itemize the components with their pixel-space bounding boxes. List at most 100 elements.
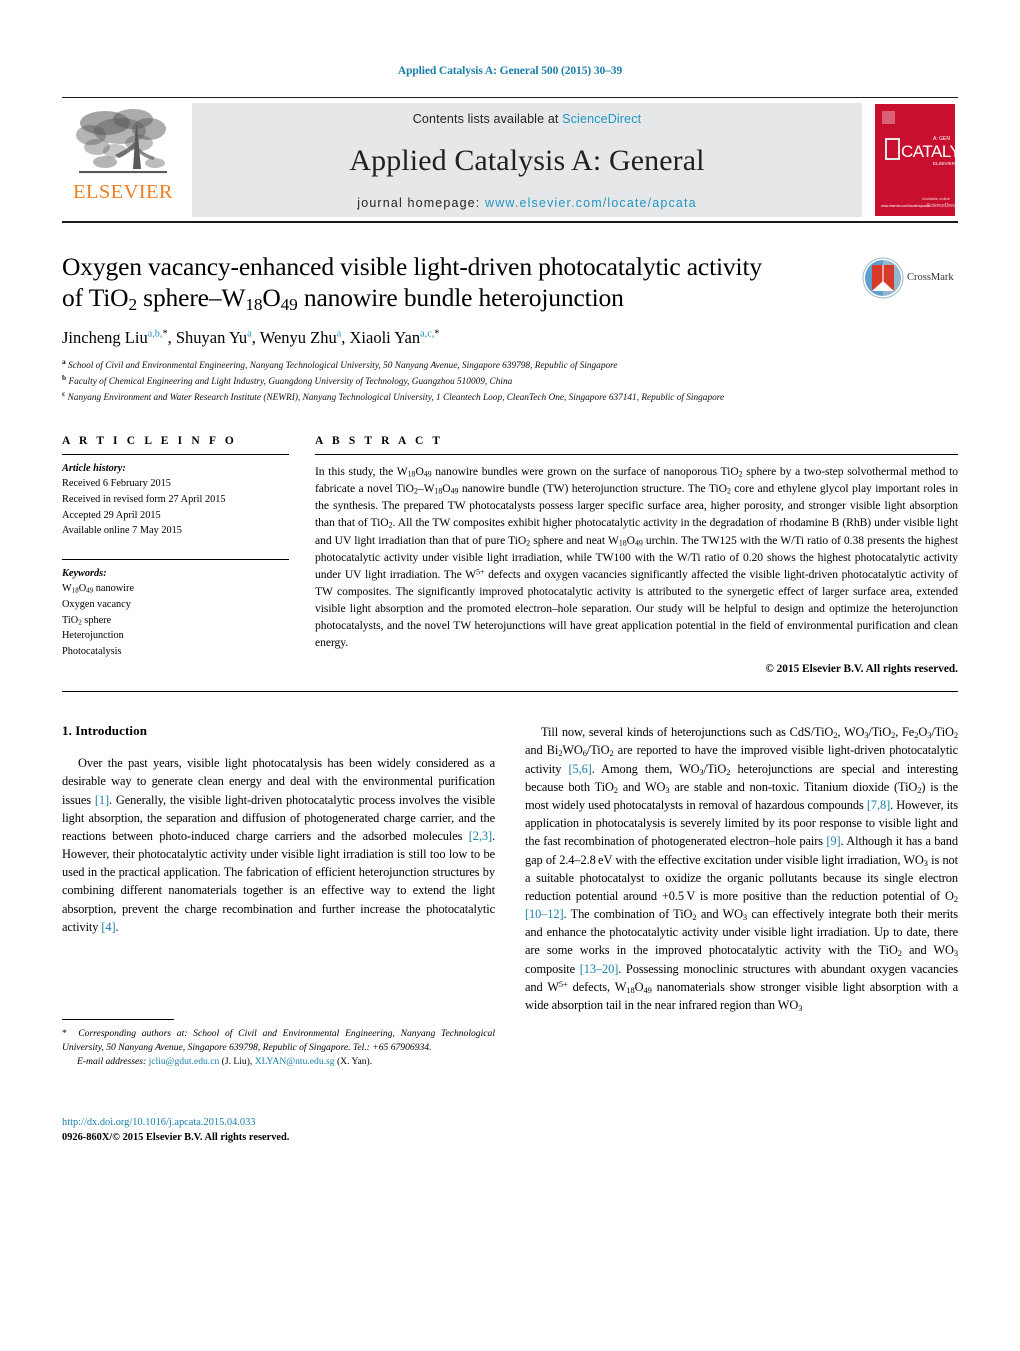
author-separator: , <box>167 328 176 347</box>
band-bottom-rule <box>62 691 958 693</box>
author-item: Wenyu Zhua, <box>260 328 350 347</box>
affiliation-item: a School of Civil and Environmental Engi… <box>62 357 958 373</box>
svg-text:Available online: Available online <box>922 196 951 201</box>
article-info-heading: A R T I C L E I N F O <box>62 434 237 447</box>
contents-available-line: Contents lists available at ScienceDirec… <box>413 112 641 126</box>
svg-text:CATALYSIS: CATALYSIS <box>901 142 955 161</box>
footnote-block: * Corresponding authors at: School of Ci… <box>62 1019 495 1069</box>
journal-masthead: ELSEVIER Contents lists available at Sci… <box>62 96 958 223</box>
author-name: Xiaoli Yan <box>349 328 421 347</box>
homepage-url-link[interactable]: www.elsevier.com/locate/apcata <box>485 196 697 210</box>
info-abstract-band: A R T I C L E I N F O Article history: R… <box>62 434 958 676</box>
citation-ref[interactable]: [7,8] <box>867 798 890 812</box>
author-separator: , <box>341 328 350 347</box>
introduction-paragraph-1: Over the past years, visible light photo… <box>62 756 495 934</box>
corresponding-author-text: Corresponding authors at: School of Civi… <box>62 1028 495 1054</box>
article-history-block: Article history: Received 6 February 201… <box>62 455 289 539</box>
journal-homepage-line: journal homepage: www.elsevier.com/locat… <box>357 196 696 210</box>
footnote-rule <box>62 1019 174 1021</box>
history-item: Available online 7 May 2015 <box>62 525 182 537</box>
keyword-item: Photocatalysis <box>62 646 122 658</box>
corresponding-author-note: * Corresponding authors at: School of Ci… <box>62 1027 495 1055</box>
keywords-block: Keywords: W18O49 nanowire Oxygen vacancy… <box>62 560 289 660</box>
keyword-item: Heterojunction <box>62 630 124 642</box>
body-columns: 1. Introduction Over the past years, vis… <box>62 723 958 1143</box>
doi-link[interactable]: http://dx.doi.org/10.1016/j.apcata.2015.… <box>62 1115 289 1130</box>
affiliation-list: a School of Civil and Environmental Engi… <box>62 357 958 406</box>
keyword-item: W18O49 nanowire <box>62 583 135 596</box>
sciencedirect-link[interactable]: ScienceDirect <box>562 112 641 126</box>
elsevier-logo: ELSEVIER <box>62 103 184 217</box>
title-line-2-mid: sphere–W <box>136 282 246 312</box>
contents-prefix: Contents lists available at <box>412 111 563 126</box>
author-item: Xiaoli Yana,c,* <box>350 328 440 347</box>
paper-page: Applied Catalysis A: General 500 (2015) … <box>0 0 1020 1351</box>
crossmark-label: CrossMark <box>907 272 954 283</box>
citation-ref[interactable]: [10–12] <box>525 907 564 921</box>
running-head: Applied Catalysis A: General 500 (2015) … <box>397 65 623 77</box>
email-owner-1: (J. Liu), <box>221 1056 253 1068</box>
citation-ref[interactable]: [2,3] <box>469 829 492 843</box>
title-sub-18: 18 <box>245 294 263 314</box>
email-label: E-mail addresses: <box>77 1056 147 1068</box>
citation-ref[interactable]: [4] <box>101 920 115 934</box>
email-link-2[interactable]: XLYAN@ntu.edu.sg <box>255 1056 335 1067</box>
elsevier-wordmark: ELSEVIER <box>73 180 173 203</box>
abstract-copyright: © 2015 Elsevier B.V. All rights reserved… <box>765 663 958 676</box>
history-item: Received in revised form 27 April 2015 <box>62 493 226 505</box>
history-item: Received 6 February 2015 <box>62 478 171 490</box>
keyword-item: Oxygen vacancy <box>62 599 131 611</box>
svg-text:A: GEN: A: GEN <box>933 136 950 142</box>
title-sub-49: 49 <box>280 294 298 314</box>
affiliation-item: c Nanyang Environment and Water Research… <box>62 389 958 405</box>
author-item: Shuyan Yua, <box>176 328 260 347</box>
email-link-1[interactable]: jcliu@gdut.edu.cn <box>149 1056 220 1067</box>
article-info-column: A R T I C L E I N F O Article history: R… <box>62 435 315 676</box>
svg-text:www.elsevier.com/locate/apcata: www.elsevier.com/locate/apcata <box>881 204 929 208</box>
author-separator: , <box>251 328 260 347</box>
title-area: Oxygen vacancy-enhanced visible light-dr… <box>62 251 958 316</box>
affiliation-text: Faculty of Chemical Engineering and Ligh… <box>68 377 513 388</box>
title-line-2-post: nanowire bundle heterojunction <box>297 282 624 312</box>
introduction-heading: 1. Introduction <box>62 723 148 739</box>
homepage-prefix: journal homepage: <box>357 195 486 210</box>
affiliation-mark: a <box>62 356 66 366</box>
affiliation-mark: b <box>62 373 67 383</box>
author-name: Wenyu Zhu <box>259 328 337 347</box>
title-line-1: Oxygen vacancy-enhanced visible light-dr… <box>62 251 763 281</box>
author-corresponding-star: * <box>434 328 440 340</box>
body-column-right: Till now, several kinds of heterojunctio… <box>525 723 958 1014</box>
email-note: E-mail addresses: jcliu@gdut.edu.cn (J. … <box>62 1055 495 1069</box>
citation-ref[interactable]: [5,6] <box>568 762 591 776</box>
author-item: Jincheng Liua,b,*, <box>62 328 176 347</box>
crossmark-badge[interactable]: CrossMark <box>862 251 958 299</box>
title-text-wrap: Oxygen vacancy-enhanced visible light-dr… <box>62 251 862 316</box>
affiliation-mark: c <box>62 389 66 399</box>
author-name: Shuyan Yu <box>175 328 248 347</box>
title-o: O <box>262 282 281 312</box>
history-item: Accepted 29 April 2015 <box>62 509 161 521</box>
masthead-center-panel: Contents lists available at ScienceDirec… <box>192 102 862 217</box>
footnote-star: * <box>62 1028 67 1040</box>
svg-text:ELSEVIER: ELSEVIER <box>933 161 955 166</box>
title-sub-2: 2 <box>128 294 137 314</box>
journal-cover-image: CATALYSIS A: GEN ELSEVIER Available onli… <box>875 103 955 216</box>
abstract-text: In this study, the W18O49 nanowire bundl… <box>315 464 958 650</box>
affiliation-text: Nanyang Environment and Water Research I… <box>67 393 725 404</box>
affiliation-item: b Faculty of Chemical Engineering and Li… <box>62 373 958 389</box>
citation-ref[interactable]: [13–20] <box>580 962 619 976</box>
author-affil-marks: a,c, <box>420 328 435 340</box>
svg-text:ScienceDirect: ScienceDirect <box>927 203 955 209</box>
author-affil-marks: a,b, <box>147 328 163 340</box>
journal-cover-thumbnail: CATALYSIS A: GEN ELSEVIER Available onli… <box>872 103 958 217</box>
citation-ref[interactable]: [1] <box>95 793 109 807</box>
title-line-2-pre: of TiO <box>62 282 129 312</box>
keyword-item: TiO2 sphere <box>62 614 112 627</box>
citation-ref[interactable]: [9] <box>826 834 840 848</box>
affiliation-text: School of Civil and Environmental Engine… <box>68 360 618 371</box>
keywords-label: Keywords: <box>62 567 107 579</box>
abstract-heading: A B S T R A C T <box>315 434 444 447</box>
page-title: Oxygen vacancy-enhanced visible light-dr… <box>62 251 848 316</box>
doi-block: http://dx.doi.org/10.1016/j.apcata.2015.… <box>62 1115 289 1145</box>
abstract-column: A B S T R A C T In this study, the W18O4… <box>315 434 958 676</box>
